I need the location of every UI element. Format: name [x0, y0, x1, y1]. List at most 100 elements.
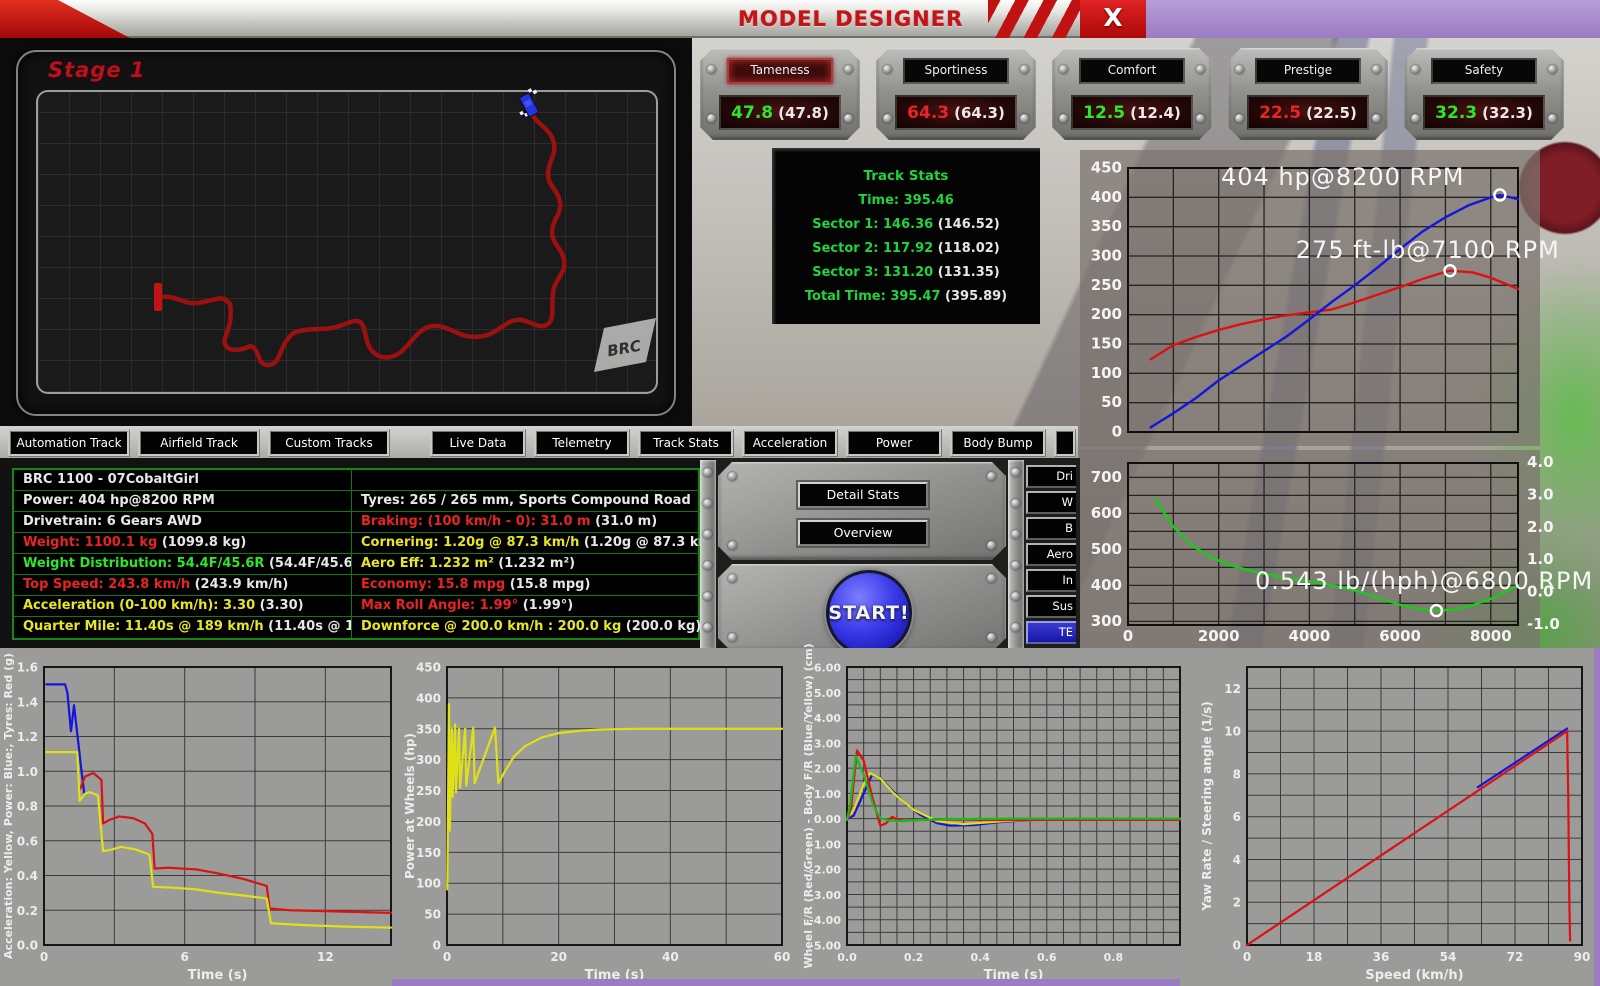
track-path [161, 114, 564, 365]
table-row: Drivetrain: 6 Gears AWDBraking: (100 km/… [14, 512, 732, 533]
series-tyres-g [80, 773, 391, 913]
table-cell: Power: 404 hp@8200 RPM [14, 491, 352, 511]
setup-button-in[interactable]: In [1026, 569, 1076, 592]
right-tick-label: 2.0 [1527, 518, 1554, 536]
chart-acceleration: 0.00.20.40.60.81.01.21.41.60612Accelerat… [0, 648, 400, 986]
screw-icon [728, 541, 737, 550]
screw-icon [703, 561, 712, 570]
screw-icon [728, 472, 737, 481]
screw-icon [703, 592, 712, 601]
tab-body-bump[interactable]: Body Bump [950, 429, 1046, 457]
y-tick-label: 0.00 [814, 813, 841, 826]
screw-icon [1011, 530, 1020, 539]
y-tick-label: 150 [1091, 335, 1122, 353]
screw-icon [1059, 65, 1068, 74]
x-tick-label: 2000 [1198, 627, 1240, 645]
screw-icon [1372, 65, 1381, 74]
gauge-reading: 12.5 [1083, 103, 1125, 123]
tab-acceleration[interactable]: Acceleration [742, 429, 838, 457]
screw-icon [1548, 114, 1557, 123]
y-tick-label: 200 [1091, 305, 1122, 323]
y-tick-label: 0.4 [17, 869, 38, 883]
tab-live-data[interactable]: Live Data [430, 429, 526, 457]
screw-icon [1011, 561, 1020, 570]
gauge-value-comfort: 12.5(12.4) [1071, 95, 1193, 130]
gauge-label-comfort[interactable]: Comfort [1079, 58, 1185, 84]
y-tick-label: 0.8 [17, 800, 38, 814]
y-tick-label: 50 [1101, 393, 1122, 411]
track-stat-line-4: Total Time: 395.47 (395.89) [772, 289, 1040, 304]
setup-button-dri[interactable]: Dri [1026, 465, 1076, 488]
setup-button-sus[interactable]: Sus [1026, 595, 1076, 618]
model-designer-app: { "title_bar": { "title": "MODEL DESIGNE… [0, 0, 1600, 986]
screw-icon [707, 114, 716, 123]
y-tick-label: 250 [416, 784, 441, 798]
y-tick-label: 400 [416, 691, 441, 705]
y-tick-label: 8 [1233, 767, 1241, 781]
screw-icon [1020, 65, 1029, 74]
screw-icon [703, 530, 712, 539]
track-stats-panel: Track Stats Time: 395.46Sector 1: 146.36… [772, 148, 1040, 324]
setup-button-w[interactable]: W [1026, 491, 1076, 514]
right-tick-label: 1.0 [1527, 550, 1554, 568]
gauge-value-prestige: 22.5(22.5) [1247, 95, 1369, 130]
right-tick-label: 3.0 [1527, 485, 1554, 503]
setup-button-b[interactable]: B [1026, 517, 1076, 540]
table-cell: Max Roll Angle: 1.99° (1.99°) [352, 596, 732, 616]
setup-button-te[interactable]: TE [1026, 621, 1076, 644]
table-row: Quarter Mile: 11.40s @ 189 km/h (11.40s … [14, 617, 732, 638]
gauge-label-safety[interactable]: Safety [1431, 58, 1537, 84]
gauge-label-sportiness[interactable]: Sportiness [903, 58, 1009, 84]
table-cell: Weight: 1100.1 kg (1099.8 kg) [14, 533, 352, 553]
x-tick-label: 6000 [1379, 627, 1421, 645]
close-button[interactable]: X [1080, 0, 1146, 38]
table-row: Top Speed: 243.8 km/h (243.9 km/h)Econom… [14, 575, 732, 596]
table-cell: Weight Distribution: 54.4F/45.6R (54.4F/… [14, 554, 352, 574]
tab-track-stats[interactable]: Track Stats [638, 429, 734, 457]
x-tick-label: 18 [1306, 950, 1323, 964]
y-tick-label: 400 [1091, 188, 1122, 206]
gauge-reading-paren: (64.3) [954, 104, 1005, 122]
tab-airfield-track[interactable]: Airfield Track [138, 429, 260, 457]
table-cell: Drivetrain: 6 Gears AWD [14, 512, 352, 532]
y-tick-label: 300 [416, 753, 441, 767]
screw-icon [1011, 623, 1020, 632]
y-axis-title: Wheel F/R (Red/Green) - Body F/R (Blue/Y… [802, 643, 815, 968]
x-tick-label: 6 [180, 950, 188, 964]
y-tick-label: 100 [416, 877, 441, 891]
gauge-label-prestige[interactable]: Prestige [1255, 58, 1361, 84]
screw-icon [1548, 65, 1557, 74]
y-tick-label: 1.0 [17, 765, 38, 779]
overview-button[interactable]: Overview [798, 520, 928, 546]
tab-automation-track[interactable]: Automation Track [8, 429, 130, 457]
tab-power[interactable]: Power [846, 429, 942, 457]
table-cell [352, 470, 732, 490]
x-tick-label: 72 [1507, 950, 1524, 964]
tab-custom-tracks[interactable]: Custom Tracks [268, 429, 390, 457]
detail-stats-button[interactable]: Detail Stats [798, 482, 928, 508]
y-tick-label: 10 [1224, 725, 1241, 739]
track-map-block: Stage 1 BRC [0, 38, 692, 428]
screw-icon [987, 574, 996, 583]
y-axis-title: Yaw Rate / Steering angle (1/s) [1200, 701, 1214, 911]
setup-button-aero[interactable]: Aero [1026, 543, 1076, 566]
gauge-reading-paren: (32.3) [1482, 104, 1533, 122]
table-row: Acceleration (0-100 km/h): 3.30 (3.30)Ma… [14, 596, 732, 617]
y-tick-label: 400 [1091, 576, 1122, 594]
screw-icon [1235, 114, 1244, 123]
start-button[interactable]: START! [826, 570, 912, 656]
y-tick-label: 0.0 [17, 939, 38, 953]
y-tick-label: 3.00 [814, 737, 841, 750]
screw-icon [703, 499, 712, 508]
y-tick-label: 200 [416, 815, 441, 829]
tab-telemetry[interactable]: Telemetry [534, 429, 630, 457]
purple-right-strip [1594, 648, 1600, 986]
gauge-label-tameness[interactable]: Tameness [727, 58, 833, 84]
chart-wheel-power: 0501001502002503003504004500204060Power … [400, 648, 800, 986]
screw-icon [1411, 114, 1420, 123]
track-stat-line-0: Time: 395.46 [772, 193, 1040, 208]
table-cell: Tyres: 265 / 265 mm, Sports Compound Roa… [352, 491, 732, 511]
screw-icon [1372, 114, 1381, 123]
screw-icon [1011, 468, 1020, 477]
tab-partial[interactable] [1054, 429, 1076, 457]
